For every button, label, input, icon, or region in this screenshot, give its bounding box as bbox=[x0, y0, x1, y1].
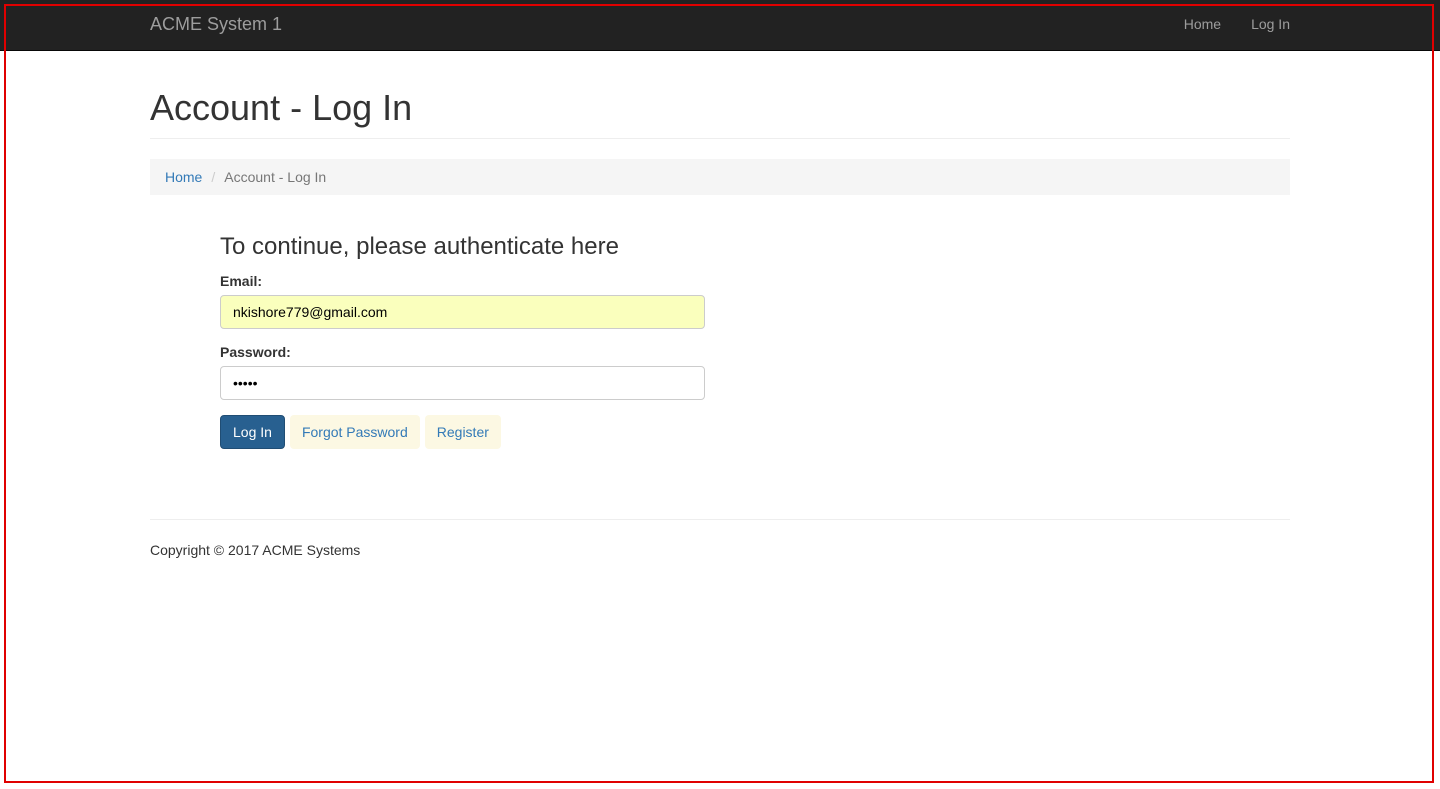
email-group: Email: bbox=[220, 273, 705, 329]
forgot-password-button[interactable]: Forgot Password bbox=[289, 415, 420, 449]
email-label: Email: bbox=[220, 273, 263, 289]
password-label: Password: bbox=[220, 344, 291, 360]
nav-login-link[interactable]: Log In bbox=[1251, 16, 1290, 32]
breadcrumb-home-link[interactable]: Home bbox=[165, 169, 202, 185]
register-button[interactable]: Register bbox=[424, 415, 501, 449]
page-footer: Copyright © 2017 ACME Systems bbox=[150, 519, 1290, 558]
page-title: Account - Log In bbox=[150, 87, 413, 128]
copyright-text: Copyright © 2017 ACME Systems bbox=[150, 542, 361, 558]
page-header: Account - Log In bbox=[150, 88, 1290, 139]
login-button[interactable]: Log In bbox=[220, 415, 285, 449]
password-group: Password: bbox=[220, 344, 705, 400]
top-navbar: ACME System 1 Home Log In bbox=[0, 0, 1440, 51]
brand-link[interactable]: ACME System 1 bbox=[150, 14, 282, 35]
password-field[interactable] bbox=[220, 366, 705, 400]
breadcrumb-separator: / bbox=[211, 169, 216, 185]
breadcrumb-current: Account - Log In bbox=[224, 169, 327, 185]
main-container: Account - Log In Home / Account - Log In… bbox=[150, 50, 1290, 558]
form-heading: To continue, please authenticate here bbox=[220, 233, 619, 260]
breadcrumb: Home / Account - Log In bbox=[150, 159, 1290, 195]
email-field[interactable] bbox=[220, 295, 705, 329]
nav-home-link[interactable]: Home bbox=[1184, 16, 1221, 32]
nav-links: Home Log In bbox=[1184, 16, 1290, 32]
login-form: To continue, please authenticate here Em… bbox=[220, 233, 705, 449]
form-buttons: Log In Forgot Password Register bbox=[220, 415, 705, 449]
